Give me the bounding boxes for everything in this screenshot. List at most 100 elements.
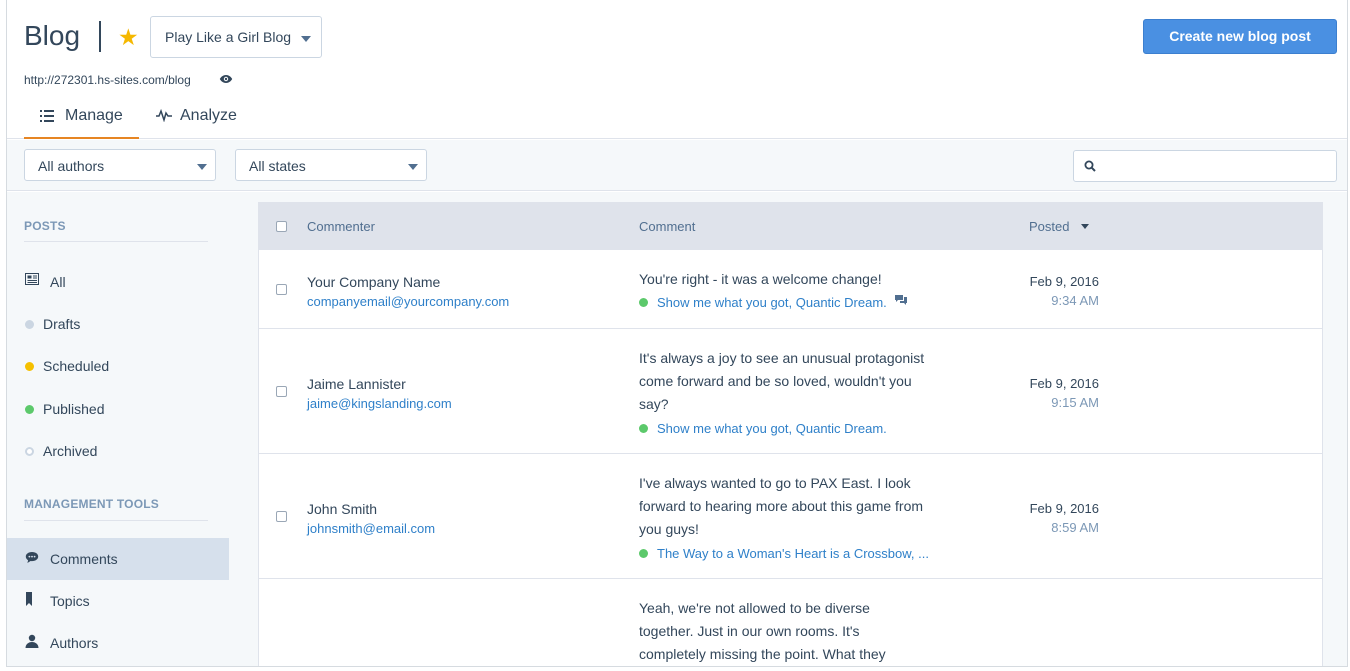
page-header: Blog ★ Play Like a Girl Blog http://2723… [7, 0, 1347, 139]
sidebar-item-label: All [50, 274, 66, 290]
published-status-dot [639, 549, 648, 558]
sidebar-item-published[interactable]: Published [7, 388, 229, 430]
published-status-dot [639, 298, 648, 307]
blog-selector-value: Play Like a Girl Blog [165, 29, 292, 45]
page-title: Blog [24, 20, 81, 51]
comment-line: Yeah, we're not allowed to be diverse [639, 600, 870, 616]
table-header: Commenter Comment Posted [259, 203, 1322, 250]
sidebar-item-label: Published [43, 401, 105, 417]
sidebar-item-scheduled[interactable]: Scheduled [7, 345, 229, 387]
search-input[interactable] [1073, 150, 1337, 182]
comment-line: It's always a joy to see an unusual prot… [639, 350, 925, 366]
eye-icon[interactable] [219, 74, 233, 84]
comments-table: Commenter Comment Posted Your Company Na… [258, 202, 1323, 666]
sidebar-item-label: Authors [50, 635, 99, 651]
sidebar-item-drafts[interactable]: Drafts [7, 303, 229, 345]
sidebar-item-label: Comments [50, 551, 118, 567]
comment-text: It's always a joy to see an unusual prot… [639, 347, 949, 416]
post-title: The Way to a Woman's Heart is a Crossbow… [657, 546, 929, 561]
sort-desc-icon[interactable] [1081, 224, 1089, 229]
app-window: Blog ★ Play Like a Girl Blog http://2723… [6, 0, 1348, 667]
column-header-posted[interactable]: Posted [1029, 219, 1069, 234]
favorite-star-icon[interactable]: ★ [118, 24, 139, 51]
comment-text: Yeah, we're not allowed to be diverse to… [639, 597, 949, 666]
sidebar-item-authors[interactable]: Authors [7, 622, 229, 664]
comment-line: you guys! [639, 521, 699, 537]
search-icon [1084, 160, 1096, 172]
row-checkbox[interactable] [276, 511, 287, 522]
table-row[interactable]: John Smith johnsmith@email.com I've alwa… [259, 454, 1322, 579]
row-checkbox[interactable] [276, 386, 287, 397]
tab-manage-label: Manage [65, 107, 123, 124]
comment-line: I've always wanted to go to PAX East. I … [639, 475, 911, 491]
column-header-comment[interactable]: Comment [639, 219, 695, 234]
comment-post-link[interactable]: Show me what you got, Quantic Dream. [639, 421, 887, 436]
sidebar-item-label: Archived [43, 443, 98, 459]
posted-date: Feb 9, 2016 [1029, 274, 1099, 289]
sidebar-item-topics[interactable]: Topics [7, 580, 229, 622]
archived-status-dot [25, 447, 34, 456]
list-icon [40, 110, 54, 122]
commenter-email[interactable]: johnsmith@email.com [307, 521, 435, 536]
create-blog-post-button[interactable]: Create new blog post [1143, 19, 1337, 54]
comment-line: completely missing the point. What they [639, 646, 886, 662]
comment-line: say? [639, 396, 669, 412]
chevron-down-icon [197, 164, 207, 170]
sidebar-item-comments[interactable]: Comments [7, 538, 229, 580]
post-title: Show me what you got, Quantic Dream. [657, 295, 887, 310]
column-header-commenter[interactable]: Commenter [307, 219, 375, 234]
comment-icon [25, 552, 39, 563]
posts-heading: POSTS [24, 219, 66, 233]
commenter-email[interactable]: companyemail@yourcompany.com [307, 294, 509, 309]
management-tools-heading: MANAGEMENT TOOLS [24, 497, 159, 511]
commenter-email[interactable]: jaime@kingslanding.com [307, 396, 452, 411]
select-all-checkbox[interactable] [276, 221, 287, 232]
comment-line: forward to hearing more about this game … [639, 498, 924, 514]
posted-time: 8:59 AM [1051, 520, 1099, 535]
comment-text: I've always wanted to go to PAX East. I … [639, 472, 949, 541]
sidebar: POSTS All Drafts Scheduled Published Arc… [7, 192, 229, 666]
table-row[interactable]: Your Company Name companyemail@yourcompa… [259, 250, 1322, 329]
commenter-name: Your Company Name [307, 274, 441, 290]
row-checkbox[interactable] [276, 284, 287, 295]
commenter-name: Jaime Lannister [307, 376, 406, 392]
states-filter-value: All states [249, 158, 306, 174]
scheduled-status-dot [25, 362, 34, 371]
table-row[interactable]: Yeah, we're not allowed to be diverse to… [259, 579, 1322, 666]
sidebar-item-archived[interactable]: Archived [7, 430, 229, 472]
sidebar-item-label: Topics [50, 593, 90, 609]
pulse-icon [156, 108, 172, 122]
divider [24, 520, 208, 521]
posted-date: Feb 9, 2016 [1029, 501, 1099, 516]
sidebar-item-label: Drafts [43, 316, 81, 332]
comment-post-link[interactable]: The Way to a Woman's Heart is a Crossbow… [639, 546, 929, 561]
chevron-down-icon [408, 164, 418, 170]
person-icon [25, 634, 39, 648]
posted-time: 9:15 AM [1051, 395, 1099, 410]
comment-post-link[interactable]: Show me what you got, Quantic Dream. [639, 295, 887, 310]
tab-analyze-label: Analyze [180, 107, 237, 124]
drafts-status-dot [25, 320, 34, 329]
blog-selector-dropdown[interactable]: Play Like a Girl Blog [150, 16, 322, 58]
divider [24, 241, 208, 242]
bookmark-icon [26, 592, 32, 606]
commenter-name: John Smith [307, 501, 378, 517]
posted-date: Feb 9, 2016 [1029, 376, 1099, 391]
comment-text: You're right - it was a welcome change! [639, 268, 949, 291]
table-row[interactable]: Jaime Lannister jaime@kingslanding.com I… [259, 329, 1322, 454]
chevron-down-icon [301, 36, 311, 42]
published-status-dot [639, 424, 648, 433]
states-filter-dropdown[interactable]: All states [235, 149, 427, 181]
sidebar-item-all[interactable]: All [7, 261, 229, 303]
tab-manage[interactable]: Manage [24, 98, 139, 139]
comment-line: come forward and be so loved, wouldn't y… [639, 373, 912, 389]
post-title: Show me what you got, Quantic Dream. [657, 421, 887, 436]
tab-analyze[interactable]: Analyze [154, 98, 264, 139]
authors-filter-dropdown[interactable]: All authors [24, 149, 216, 181]
title-divider [99, 21, 101, 52]
blog-url[interactable]: http://272301.hs-sites.com/blog [24, 73, 191, 87]
conversation-icon[interactable] [894, 294, 908, 306]
posts-grid-icon [25, 273, 39, 285]
comment-line: You're right - it was a welcome change! [639, 271, 882, 287]
comment-line: together. Just in our own rooms. It's [639, 623, 860, 639]
